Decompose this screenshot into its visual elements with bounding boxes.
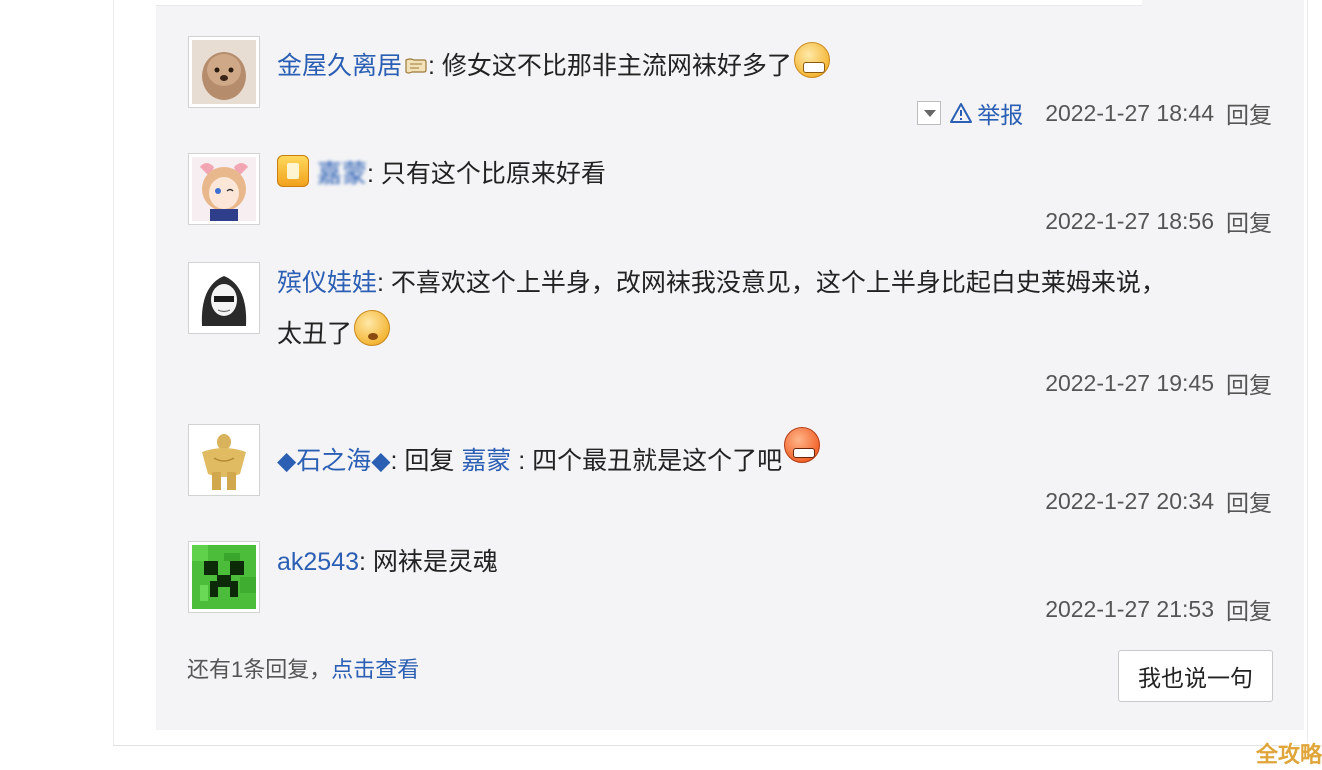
post-reply-button[interactable]: 我也说一句	[1118, 650, 1273, 702]
more-replies-label: 还有1条回复，	[187, 657, 332, 682]
reply-meta: 2022-1-27 21:53 回复	[1045, 592, 1272, 626]
reply-button[interactable]: 回复	[1226, 592, 1272, 626]
report-label: 举报	[977, 102, 1024, 128]
reply-to-username-link[interactable]: 嘉蒙	[461, 447, 511, 475]
view-more-link[interactable]: 点击查看	[331, 657, 419, 682]
reply-content: 网袜是灵魂	[365, 548, 498, 576]
anime-girl-avatar-image	[192, 157, 256, 221]
reply-meta: 2022-1-27 18:56 回复	[1045, 204, 1272, 238]
username-link[interactable]: ak2543	[277, 548, 359, 576]
avatar[interactable]	[188, 424, 260, 496]
sketch-girl-avatar-image	[192, 266, 256, 330]
username-link[interactable]: 嘉蒙	[317, 160, 367, 188]
avatar[interactable]	[188, 153, 260, 225]
reply-word: 回复	[397, 447, 462, 475]
previous-panel-edge	[156, 0, 1142, 6]
chevron-down-icon[interactable]	[917, 101, 942, 125]
colon: :	[377, 269, 384, 297]
avatar[interactable]	[188, 541, 260, 613]
page-right-border	[1307, 0, 1308, 745]
reply-text: 殡仪娃娃: 不喜欢这个上半身，改网袜我没意见，这个上半身比起白史莱姆来说，	[277, 257, 1277, 309]
more-replies-text: 还有1条回复，点击查看	[187, 652, 419, 684]
avatar[interactable]	[188, 36, 260, 108]
grimace-emoji-icon	[793, 42, 830, 78]
reply-text: ak2543: 网袜是灵魂	[277, 536, 1277, 588]
timestamp: 2022-1-27 21:53	[1045, 595, 1214, 622]
reply-content: : 四个最丑就是这个了吧	[511, 447, 783, 475]
reply-text: 金屋久离居: 修女这不比那非主流网袜好多了	[277, 40, 1277, 92]
page-left-border	[113, 0, 114, 745]
reply-button[interactable]: 回复	[1226, 366, 1272, 400]
warning-icon	[950, 103, 973, 123]
username-link[interactable]: 金屋久离居	[277, 52, 402, 80]
angry-emoji-icon	[784, 427, 821, 463]
reply-meta: 2022-1-27 20:34 回复	[1045, 484, 1272, 518]
reply-content: 修女这不比那非主流网袜好多了	[434, 52, 792, 80]
reply-button[interactable]: 回复	[1226, 204, 1272, 238]
sub-reply-panel: 金屋久离居: 修女这不比那非主流网袜好多了 举报 2022-1-27 18:44…	[156, 0, 1304, 730]
username-link[interactable]: 殡仪娃娃	[277, 269, 377, 297]
reply-meta: 举报 2022-1-27 18:44 回复	[917, 96, 1272, 130]
dog-avatar-image	[192, 40, 256, 104]
username-link[interactable]: ◆石之海◆	[277, 447, 390, 475]
reply-text: 嘉蒙: 只有这个比原来好看	[277, 148, 1277, 200]
timestamp: 2022-1-27 18:56	[1045, 207, 1214, 234]
timestamp: 2022-1-27 19:45	[1045, 369, 1214, 396]
scroll-badge-icon	[405, 58, 427, 74]
page-bottom-divider	[113, 745, 1322, 746]
timestamp: 2022-1-27 18:44	[1045, 99, 1214, 126]
avatar[interactable]	[188, 262, 260, 334]
reply-meta: 2022-1-27 19:45 回复	[1045, 366, 1272, 400]
watermark: 全攻略	[1256, 742, 1322, 767]
reply-text: ◆石之海◆: 回复 嘉蒙 : 四个最丑就是这个了吧	[277, 427, 1277, 487]
reply-button[interactable]: 回复	[1226, 96, 1272, 130]
colon: :	[428, 52, 435, 80]
colon: :	[367, 160, 374, 188]
reply-content: 不喜欢这个上半身，改网袜我没意见，这个上半身比起白史莱姆来说，	[383, 269, 1166, 297]
reply-content: 只有这个比原来好看	[373, 160, 606, 188]
dizzy-emoji-icon	[354, 310, 391, 346]
reply-content-line2: 太丑了	[277, 320, 353, 348]
reply-text-continued: 太丑了	[277, 308, 1277, 360]
colon: :	[359, 548, 366, 576]
muscle-figure-avatar-image	[192, 428, 256, 492]
medal-badge-icon	[277, 155, 309, 187]
timestamp: 2022-1-27 20:34	[1045, 487, 1214, 514]
reply-button[interactable]: 回复	[1226, 484, 1272, 518]
report-button[interactable]: 举报	[949, 96, 1023, 130]
creeper-avatar-image	[192, 545, 256, 609]
